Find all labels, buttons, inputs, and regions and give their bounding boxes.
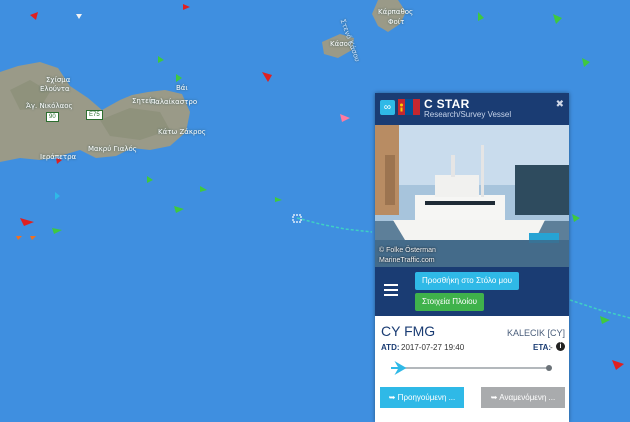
previous-port-label: Προηγούμενη ... bbox=[397, 393, 456, 402]
map-label-palekastro: Παλαίκαστρο bbox=[150, 98, 198, 106]
photo-credit-site: MarineTraffic.com bbox=[379, 257, 435, 264]
photo-credit-author: © Folke Österman bbox=[379, 247, 436, 254]
eta-label: ETA: bbox=[533, 343, 552, 352]
flag-icon bbox=[398, 99, 420, 115]
vessel-photo-image bbox=[375, 125, 569, 267]
expected-port-label: Αναμενόμενη ... bbox=[499, 393, 556, 402]
map-label-kato-zakros: Κάτω Ζάκρος bbox=[158, 128, 206, 136]
info-icon[interactable]: i bbox=[556, 342, 565, 351]
vessel-details-button[interactable]: Στοιχεία Πλοίου bbox=[415, 293, 484, 311]
departure-port: CY FMG bbox=[381, 323, 436, 339]
map-label-sitia-town: Σχίσμα bbox=[46, 76, 71, 84]
eta-value: - bbox=[550, 343, 553, 352]
voyage-progress-bar bbox=[391, 361, 552, 375]
map-label-ierapetra: Ιεράπετρα bbox=[40, 153, 77, 161]
map-label-karpathos: Κάρπαθος bbox=[378, 8, 414, 16]
panel-header: ∞ C STAR Research/Survey Vessel ✖ bbox=[375, 93, 569, 125]
previous-port-button[interactable]: ➥ Προηγούμενη ... bbox=[380, 387, 464, 408]
atd-label: ATD: bbox=[381, 343, 400, 352]
map-label-elounta: Ελούντα bbox=[40, 85, 70, 93]
add-to-fleet-button[interactable]: Προσθήκη στο Στόλο μου bbox=[415, 272, 519, 290]
arrow-icon: ➥ bbox=[490, 393, 500, 402]
destination-port: KALECIK [CY] bbox=[506, 328, 565, 338]
map-label-agios-nikolaos: Άγ. Νικόλαος bbox=[26, 102, 73, 110]
destination-dot bbox=[546, 365, 552, 371]
vessel-info-panel: ∞ C STAR Research/Survey Vessel ✖ © Folk… bbox=[375, 93, 569, 422]
expected-port-button[interactable]: ➥ Αναμενόμενη ... bbox=[481, 387, 565, 408]
road-sign-e75: E75 bbox=[86, 110, 103, 120]
arrow-icon: ➥ bbox=[388, 393, 398, 402]
road-sign-90: 90 bbox=[46, 112, 59, 122]
panel-actions-bar: Προσθήκη στο Στόλο μου Στοιχεία Πλοίου bbox=[375, 267, 569, 316]
link-icon[interactable]: ∞ bbox=[380, 100, 395, 115]
map-label-karpathos-sub: Φοίτ bbox=[388, 18, 405, 26]
map-label-makrigialos: Μακρύ Γιαλός bbox=[88, 145, 137, 153]
vessel-photo[interactable]: © Folke Österman MarineTraffic.com bbox=[375, 125, 569, 267]
vessel-name: C STAR bbox=[424, 97, 470, 111]
atd-value: 2017-07-27 19:40 bbox=[401, 343, 465, 352]
menu-icon[interactable] bbox=[384, 284, 398, 296]
map-label-voi: Βάι bbox=[176, 84, 188, 92]
close-icon[interactable]: ✖ bbox=[556, 99, 564, 110]
vessel-type: Research/Survey Vessel bbox=[424, 110, 512, 119]
